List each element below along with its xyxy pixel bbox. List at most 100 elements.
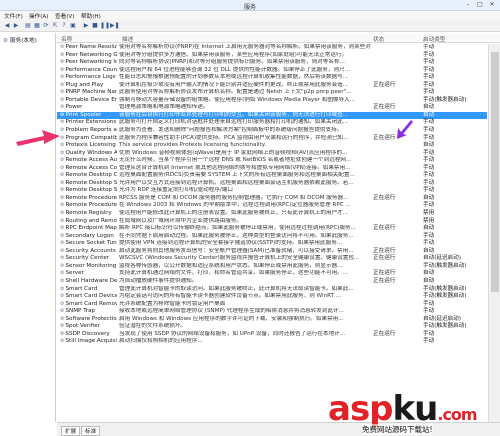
table-row[interactable]: Routing and Remote Acc...在局域网以及广域网环境中为企业… (57, 218, 487, 226)
stop-icon[interactable]: ■ (91, 22, 99, 30)
menu-view[interactable]: 查看(V) (55, 12, 74, 20)
service-description: 远程桌面配置服务(RDCS)负责需要 SYSTEM 上下文的所有远程桌面服务和远… (119, 172, 355, 179)
service-name: Remote Procedure Call (... (60, 202, 117, 210)
service-startup-type: 手动(触发器启动) (423, 285, 467, 292)
table-row[interactable]: SNMP Trap接收本地或远程简单网络管理协议 (SNMP) 代理程序生成的陷… (57, 308, 487, 316)
table-row[interactable]: Smart Card Removal Poli...允许系统配置为移除智能卡时锁… (57, 301, 487, 309)
table-row[interactable]: Shell Hardware Detection为自动播放硬件事件提供通知。 正在… (57, 278, 487, 286)
watermark-logo: aspku.com 免费网站源码下载站! (328, 392, 500, 436)
table-row[interactable]: Server支持此计算机通过网络的文件、打印、和命名管道共享。如果服务停止，这些… (57, 270, 487, 278)
table-row[interactable]: Remote Registry使远程用户能修改此计算机上的注册表设置。如果此服务… (57, 210, 487, 218)
close-button[interactable]: ✕ (486, 1, 498, 9)
service-description: 此服务为程序兼容性助手(PCA)提供支持。PCA 监视由用户安装和运行的程序，并… (119, 134, 349, 141)
service-name: Routing and Remote Acc... (60, 218, 117, 226)
scrollbar-thumb[interactable] (491, 52, 499, 292)
service-startup-type: 手动 (423, 300, 435, 307)
column-header-description[interactable]: 描述 (122, 35, 133, 43)
column-header-startup-type[interactable]: 启动类型 (423, 35, 445, 43)
toolbar: ◀ ▶ ▤ ▦ ⟳ ⇱ ? ▣ ▶ ■ ❚❚ ▶❚ (0, 20, 500, 32)
tab-standard[interactable]: 标准 (81, 426, 101, 436)
help-icon[interactable]: ? (60, 22, 68, 30)
service-name: Remote Registry (60, 210, 117, 218)
tab-extended[interactable]: 扩展 (61, 426, 81, 436)
service-description: WSCSVC (Windows Security Center)服务监视并报告计… (119, 255, 360, 262)
table-row[interactable]: Security CenterWSCSVC (Windows Security … (57, 255, 487, 263)
service-name: Remote Desktop Services (60, 180, 117, 188)
maximize-button[interactable]: □ (474, 1, 486, 9)
service-status: 正在运行 (373, 104, 396, 111)
service-description: RPCSS 服务是 COM 和 DCOM 服务器的服务控制管理器。它执行 COM… (119, 194, 349, 201)
service-startup-type: 手动 (423, 202, 435, 209)
table-row[interactable]: Remote Procedure Call (...在 Windows 2003… (57, 202, 487, 210)
service-name: Peer Name Resolution Pr... (60, 44, 117, 52)
table-row[interactable]: Spot Verifier验证潜在的文件系统损坏。 手动(触发器启动) (57, 323, 487, 331)
table-row[interactable]: Protexis Licensing V2 x64This service pr… (57, 142, 487, 150)
service-description: 此服务为查看、发送和删除"问题报告和解决方案"控制面板中的系统级问题报告提供支持… (119, 127, 343, 134)
export-icon[interactable]: ⇱ (51, 22, 59, 30)
service-status: 正在运行 (373, 134, 396, 141)
service-description: 验证潜在的文件系统损坏。 (119, 323, 187, 330)
tree-node-services-local[interactable]: ⚙ 服务(本地) (3, 36, 37, 44)
table-row[interactable]: Peer Name Resolution Pr...使用对等名称解析协议(PNR… (57, 44, 487, 52)
service-description: 向对等名称解析协议(PNRP)和对等分组服务提供标识服务。如果禁用该服务，则对等… (119, 59, 345, 66)
service-name: Software Protection (60, 316, 117, 324)
vertical-scrollbar[interactable] (488, 44, 500, 422)
service-name: Protexis Licensing V2 x64 (60, 142, 117, 150)
console-tree: ⚙ 服务(本地) (0, 33, 56, 422)
menu-file[interactable]: 文件(F) (4, 12, 23, 20)
watermark-main-red: asp (328, 389, 394, 429)
refresh-icon[interactable]: ⟳ (42, 22, 50, 30)
table-row[interactable]: Printer Extensions and N...此服务可打开自定义打印机对… (57, 119, 487, 127)
service-description: 性能日志和警报根据预配置的计划参数从本地或远程计算机收集性能数据，然后将该数据写… (119, 74, 349, 81)
table-row[interactable]: Program Compatibility A...此服务为程序兼容性助手(PC… (57, 135, 487, 143)
play-icon[interactable]: ▶ (82, 22, 90, 30)
table-row[interactable]: RPC Endpoint Mapper解析 RPC 接口标识符以传输终结点。如果… (57, 225, 487, 233)
table-row[interactable]: Peer Networking Groupi...使用对等分组提供多方通信。如果… (57, 52, 487, 60)
service-name: Sensor Monitoring Service (60, 263, 117, 271)
console-tree-icon[interactable]: ▤ (24, 22, 32, 30)
service-startup-type: 手动(触发器启动) (423, 323, 467, 330)
service-name: SSDP Discovery (60, 331, 117, 339)
pause-icon[interactable]: ❚❚ (100, 22, 110, 30)
services-icon: ⚙ (3, 38, 9, 44)
restart-icon[interactable]: ▶❚ (110, 22, 120, 30)
service-startup-type: 自动 (423, 225, 435, 232)
table-row[interactable]: Problem Reports and Sol...此服务为查看、发送和删除"问… (57, 127, 487, 135)
service-description: 使用对等分组提供多方通信。如果禁用该服务，某些应用程序(如家庭组)可能无法正常运… (119, 51, 348, 58)
service-name: Remote Desktop Service... (60, 187, 117, 195)
table-row[interactable]: Secure Socket Tunneling ...提供使用 VPN 连接到远… (57, 240, 487, 248)
minimize-button[interactable]: – (462, 1, 474, 9)
watermark-suffix: .com (437, 405, 477, 424)
list-icon[interactable]: ▦ (33, 22, 41, 30)
properties-icon[interactable]: ▣ (69, 22, 77, 30)
table-row[interactable]: Performance Logs & Ale...性能日志和警报根据预配置的计划… (57, 74, 487, 82)
window-title: 服务 (243, 4, 256, 11)
service-startup-type: 手动 (423, 134, 435, 141)
table-row[interactable]: Remote Desktop Configu...远程桌面配置服务(RDCS)负… (57, 172, 487, 180)
forward-arrow-icon[interactable]: ▶ (12, 22, 20, 30)
table-row[interactable]: Power管理电源策略和电源策略通知传递。 正在运行 自动 (57, 104, 487, 112)
service-startup-type: 手动 (423, 89, 435, 96)
menu-help[interactable]: 帮助(H) (81, 12, 101, 20)
service-description: This service provides Protexis licensing… (119, 142, 267, 149)
table-row[interactable]: Remote Access Auto Con...无论什么时候，当某个程序引用一… (57, 157, 487, 165)
service-description: 支持此计算机通过网络的文件、打印、和命名管道共享。如果服务停止，这些功能不可用。… (119, 270, 349, 277)
service-description: 为自动播放硬件事件提供通知。 (119, 277, 198, 284)
table-row[interactable]: Remote Desktop Service...允许为 RDP 连接重定向打印… (57, 187, 487, 195)
table-row[interactable]: Still Image Acquisition...启动扫描仪和照相机的应用程序… (57, 338, 487, 346)
column-header-status[interactable]: 状态 (373, 35, 384, 43)
service-name: Peer Networking Identity... (60, 59, 117, 67)
service-description: 监视各种传感器，以公开数据和适应系统和用户状态。如果停止或禁用此服务，则显示器.… (119, 262, 343, 269)
menu-bar: 文件(F) 操作(A) 查看(V) 帮助(H) (0, 11, 500, 20)
service-startup-type: 手动 (423, 157, 435, 164)
table-row[interactable]: PNRP Machine Name Pu...此服务使用对等名称解析协议发布计算… (57, 89, 487, 97)
table-row[interactable]: Smart Card管理此计算机对智能卡的取读访问。如果此服务被终止，此计算机将… (57, 286, 487, 294)
table-row[interactable]: Smart Card Device Enum...为给定会话可访问的所有智能卡读… (57, 293, 487, 301)
back-arrow-icon[interactable]: ◀ (3, 22, 11, 30)
menu-action[interactable]: 操作(A) (29, 12, 48, 20)
column-header-name[interactable]: 名称 (61, 35, 72, 43)
service-startup-type: 手动(触发器启动) (423, 293, 467, 300)
tree-node-label: 服务(本地) (10, 38, 37, 44)
service-name: Server (60, 270, 117, 278)
table-row[interactable]: Peer Networking Identity...向对等名称解析协议(PNR… (57, 59, 487, 67)
